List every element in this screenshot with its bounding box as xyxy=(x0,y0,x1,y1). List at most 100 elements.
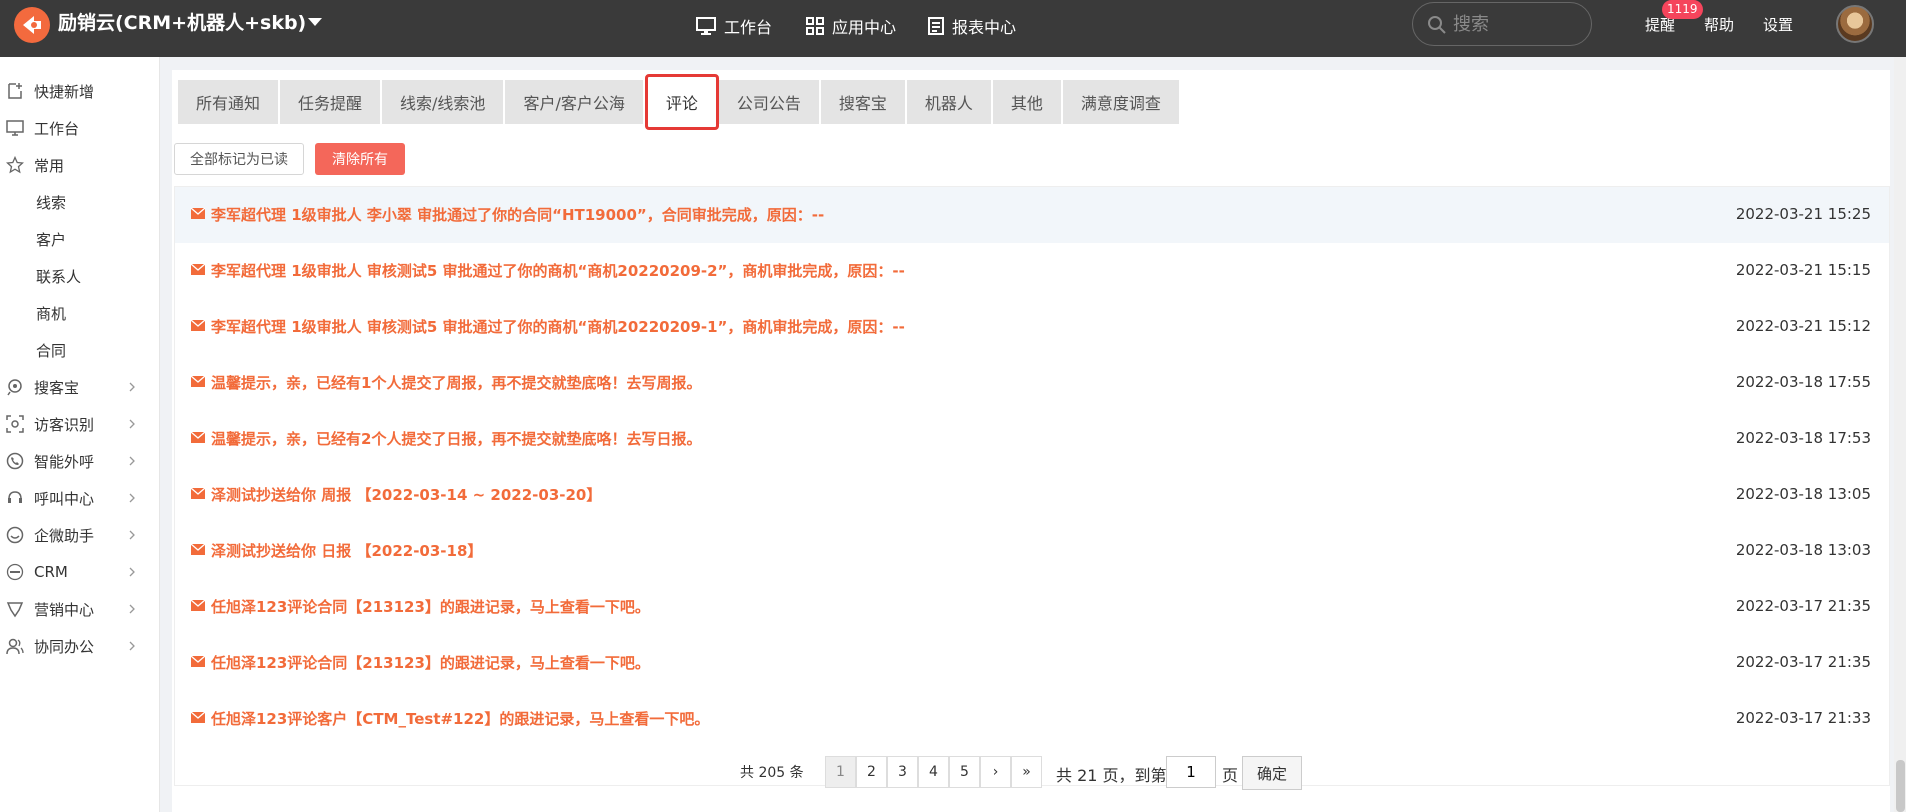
tab-robot[interactable]: 机器人 xyxy=(906,80,993,124)
clear-all-button[interactable]: 清除所有 xyxy=(315,143,405,175)
tab-company-announcements[interactable]: 公司公告 xyxy=(718,80,821,124)
sidebar-item-soukebao[interactable]: 搜客宝 xyxy=(0,369,160,405)
goto-page-input[interactable] xyxy=(1166,756,1216,788)
notification-time: 2022-03-18 13:05 xyxy=(1735,485,1871,503)
list-item[interactable]: 泽测试抄送给你 周报 【2022-03-14 ~ 2022-03-20】 202… xyxy=(175,467,1889,523)
remind-badge: 1119 xyxy=(1662,0,1703,19)
sidebar-item-label: 常用 xyxy=(34,156,65,175)
grid-icon xyxy=(806,17,824,35)
chevron-right-icon xyxy=(129,419,135,429)
page-button-3[interactable]: 3 xyxy=(887,756,918,788)
sidebar-item-label: 营销中心 xyxy=(34,600,95,619)
topnav-report-center[interactable]: 报表中心 xyxy=(928,13,1016,39)
page-button-5[interactable]: 5 xyxy=(949,756,980,788)
next-page-button[interactable]: › xyxy=(980,756,1011,788)
mail-icon xyxy=(191,376,205,387)
sidebar-item-quick-add[interactable]: 快捷新增 xyxy=(0,73,160,109)
list-item[interactable]: 温馨提示，亲，已经有2个人提交了日报，再不提交就垫底咯！去写日报。 2022-0… xyxy=(175,411,1889,467)
page-button-1[interactable]: 1 xyxy=(825,756,856,788)
list-item[interactable]: 李军超代理 1级审批人 审核测试5 审批通过了你的商机“商机20220209-1… xyxy=(175,299,1889,355)
sidebar-item-workbench[interactable]: 工作台 xyxy=(0,110,160,146)
page-button-4[interactable]: 4 xyxy=(918,756,949,788)
list-item[interactable]: 李军超代理 1级审批人 审核测试5 审批通过了你的商机“商机20220209-2… xyxy=(175,243,1889,299)
settings-link[interactable]: 设置 xyxy=(1763,14,1793,35)
topnav-workbench[interactable]: 工作台 xyxy=(696,13,772,39)
tab-task-reminders[interactable]: 任务提醒 xyxy=(280,80,383,124)
chevron-right-icon xyxy=(129,530,135,540)
sidebar-item-label: 线索 xyxy=(36,193,67,212)
pagination-unit: 页 xyxy=(1222,766,1239,785)
sidebar-item-contacts[interactable]: 联系人 xyxy=(0,258,160,294)
tab-customers[interactable]: 客户/客户公海 xyxy=(505,80,645,124)
list-item[interactable]: 温馨提示，亲，已经有1个人提交了周报，再不提交就垫底咯！去写周报。 2022-0… xyxy=(175,355,1889,411)
notification-time: 2022-03-18 17:55 xyxy=(1735,373,1871,391)
tab-other[interactable]: 其他 xyxy=(992,80,1063,124)
list-item[interactable]: 李军超代理 1级审批人 李小翠 审批通过了你的合同“HT19000”，合同审批完… xyxy=(175,187,1889,243)
mark-all-read-button[interactable]: 全部标记为已读 xyxy=(174,143,304,175)
scrollbar-track[interactable] xyxy=(1894,57,1906,812)
chevron-right-icon xyxy=(129,567,135,577)
list-item[interactable]: 泽测试抄送给你 日报 【2022-03-18】 2022-03-18 13:03 xyxy=(175,523,1889,579)
logo-icon[interactable] xyxy=(14,7,50,43)
help-link[interactable]: 帮助 xyxy=(1704,14,1734,35)
sidebar-item-label: 搜客宝 xyxy=(34,378,80,397)
add-doc-icon xyxy=(8,83,22,99)
notification-text: 任旭泽123评论客户【CTM_Test#122】的跟进记录，马上查看一下吧。 xyxy=(211,710,710,728)
monitor-icon xyxy=(696,17,716,35)
tab-satisfaction-survey[interactable]: 满意度调查 xyxy=(1062,80,1181,124)
team-icon xyxy=(6,638,24,655)
sidebar-item-label: 呼叫中心 xyxy=(34,489,95,508)
sidebar-item-crm[interactable]: CRM xyxy=(0,554,160,590)
page-button-2[interactable]: 2 xyxy=(856,756,887,788)
notification-time: 2022-03-21 15:15 xyxy=(1735,261,1871,279)
mail-icon xyxy=(191,544,205,555)
sidebar-item-marketing-center[interactable]: 营销中心 xyxy=(0,591,160,627)
topnav-label: 工作台 xyxy=(724,18,773,37)
sidebar-item-wecom-assistant[interactable]: 企微助手 xyxy=(0,517,160,553)
chevron-right-icon xyxy=(129,456,135,466)
sidebar: 快捷新增 工作台 常用 线索 客户 联系人 商机 合同 搜客宝 访客识别 智能外… xyxy=(0,57,160,812)
tab-leads[interactable]: 线索/线索池 xyxy=(382,80,506,124)
list-item[interactable]: 任旭泽123评论合同【213123】的跟进记录，马上查看一下吧。 2022-03… xyxy=(175,579,1889,635)
sidebar-item-customers[interactable]: 客户 xyxy=(0,221,160,257)
chevron-right-icon xyxy=(129,641,135,651)
chevron-right-icon xyxy=(129,604,135,614)
topnav-app-center[interactable]: 应用中心 xyxy=(806,13,896,39)
crm-icon xyxy=(6,563,24,581)
tab-comments[interactable]: 评论 xyxy=(644,74,719,130)
pagination-total: 共 205 条 xyxy=(740,765,804,781)
sidebar-item-smart-call[interactable]: 智能外呼 xyxy=(0,443,160,479)
list-item[interactable]: 任旭泽123评论客户【CTM_Test#122】的跟进记录，马上查看一下吧。 2… xyxy=(175,691,1889,747)
mail-icon xyxy=(191,600,205,611)
sidebar-item-collaboration[interactable]: 协同办公 xyxy=(0,628,160,664)
tab-soukebao[interactable]: 搜客宝 xyxy=(820,80,907,124)
scrollbar-thumb[interactable] xyxy=(1896,760,1905,812)
sidebar-item-label: 智能外呼 xyxy=(34,452,95,471)
last-page-button[interactable]: » xyxy=(1011,756,1042,788)
sidebar-item-label: 访客识别 xyxy=(34,415,95,434)
tab-all-notifications[interactable]: 所有通知 xyxy=(178,80,281,124)
pagination-page-count: 共 21 页，到第 xyxy=(1056,766,1167,785)
topnav-label: 报表中心 xyxy=(952,18,1017,37)
sidebar-item-call-center[interactable]: 呼叫中心 xyxy=(0,480,160,516)
goto-page-confirm-button[interactable]: 确定 xyxy=(1242,756,1302,790)
sidebar-item-common[interactable]: 常用 xyxy=(0,147,160,183)
mail-icon xyxy=(191,488,205,499)
app-title[interactable]: 励销云(CRM+机器人+skb) xyxy=(58,10,306,36)
notification-list: 李军超代理 1级审批人 李小翠 审批通过了你的合同“HT19000”，合同审批完… xyxy=(174,186,1890,786)
phone-icon xyxy=(6,452,24,470)
notification-time: 2022-03-18 17:53 xyxy=(1735,429,1871,447)
mail-icon xyxy=(191,264,205,275)
list-item[interactable]: 任旭泽123评论合同【213123】的跟进记录，马上查看一下吧。 2022-03… xyxy=(175,635,1889,691)
notification-time: 2022-03-17 21:35 xyxy=(1735,597,1871,615)
sidebar-item-leads[interactable]: 线索 xyxy=(0,184,160,220)
search-input[interactable] xyxy=(1453,11,1578,37)
chat-icon xyxy=(6,526,24,544)
avatar[interactable] xyxy=(1836,5,1874,43)
search-box[interactable] xyxy=(1412,2,1592,46)
notification-time: 2022-03-17 21:33 xyxy=(1735,709,1871,727)
sidebar-item-contracts[interactable]: 合同 xyxy=(0,332,160,368)
sidebar-item-opportunities[interactable]: 商机 xyxy=(0,295,160,331)
sidebar-item-visitor-id[interactable]: 访客识别 xyxy=(0,406,160,442)
chevron-down-icon[interactable] xyxy=(308,18,322,26)
